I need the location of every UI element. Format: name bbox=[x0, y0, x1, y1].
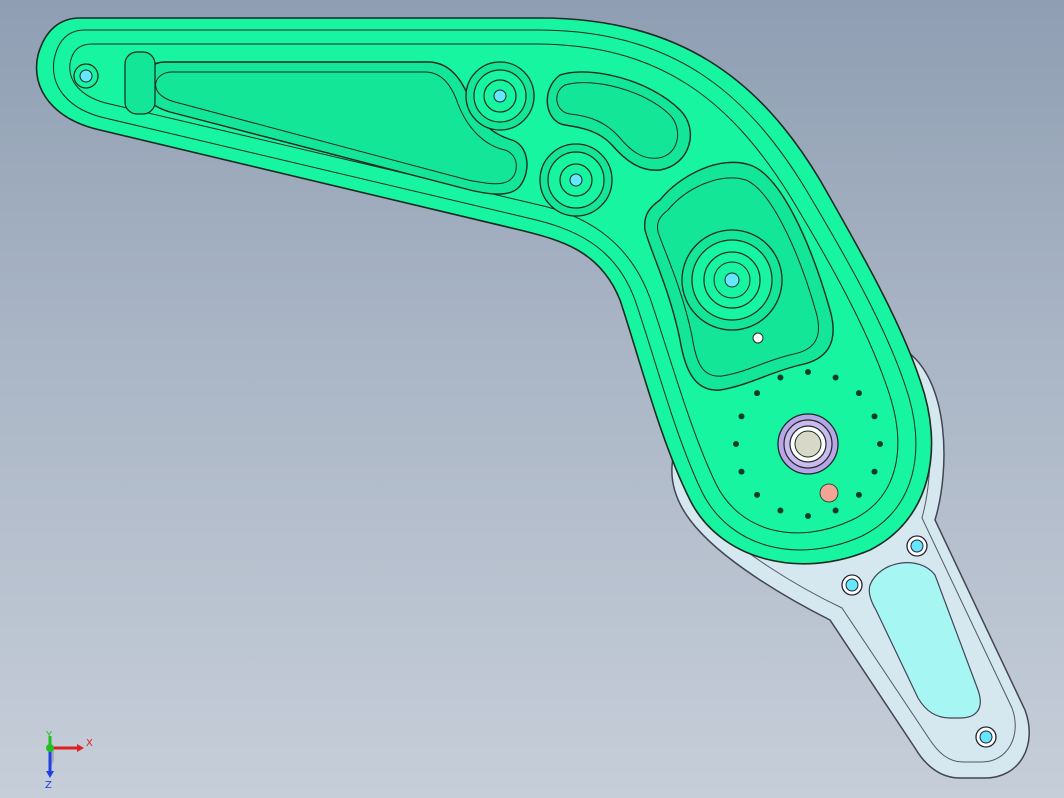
z-axis-arrow-icon bbox=[46, 771, 54, 778]
bolt-hole-icon bbox=[871, 468, 878, 475]
boss-hole-icon bbox=[465, 61, 535, 131]
boss-hole-icon bbox=[539, 143, 613, 217]
cad-graphics-viewport[interactable]: X Y Z bbox=[0, 0, 1064, 798]
bolt-hole-icon bbox=[805, 513, 811, 519]
z-axis-label: Z bbox=[45, 780, 52, 790]
bolt-hole-icon bbox=[805, 369, 811, 375]
y-axis-label: Y bbox=[45, 730, 53, 741]
bolt-hole-icon bbox=[754, 491, 761, 498]
bolt-hole-icon bbox=[832, 507, 839, 514]
bolt-hole-icon bbox=[871, 413, 878, 420]
bolt-hole-icon bbox=[738, 468, 745, 475]
marker-icon bbox=[819, 483, 839, 503]
end-slot bbox=[124, 51, 156, 115]
bolt-hole-icon bbox=[754, 390, 761, 397]
hole-icon bbox=[73, 63, 99, 89]
hole-icon bbox=[906, 535, 928, 557]
bolt-hole-icon bbox=[777, 374, 784, 381]
x-axis-label: X bbox=[86, 738, 93, 749]
bearing-icon bbox=[777, 413, 839, 475]
small-hole-icon bbox=[752, 332, 764, 344]
part-model[interactable] bbox=[0, 0, 1064, 798]
hole-icon bbox=[841, 574, 863, 596]
bolt-hole-icon bbox=[738, 413, 745, 420]
boss-hole-icon bbox=[681, 229, 783, 331]
bolt-hole-icon bbox=[855, 491, 862, 498]
primary-arm[interactable] bbox=[35, 17, 933, 565]
origin-icon bbox=[46, 744, 54, 752]
bolt-hole-icon bbox=[877, 441, 883, 447]
x-axis-arrow-icon bbox=[77, 744, 84, 752]
hole-icon bbox=[975, 726, 997, 748]
bolt-hole-icon bbox=[855, 390, 862, 397]
bolt-hole-icon bbox=[777, 507, 784, 514]
bolt-hole-icon bbox=[733, 441, 739, 447]
coordinate-triad: X Y Z bbox=[45, 730, 93, 790]
bolt-hole-icon bbox=[832, 374, 839, 381]
